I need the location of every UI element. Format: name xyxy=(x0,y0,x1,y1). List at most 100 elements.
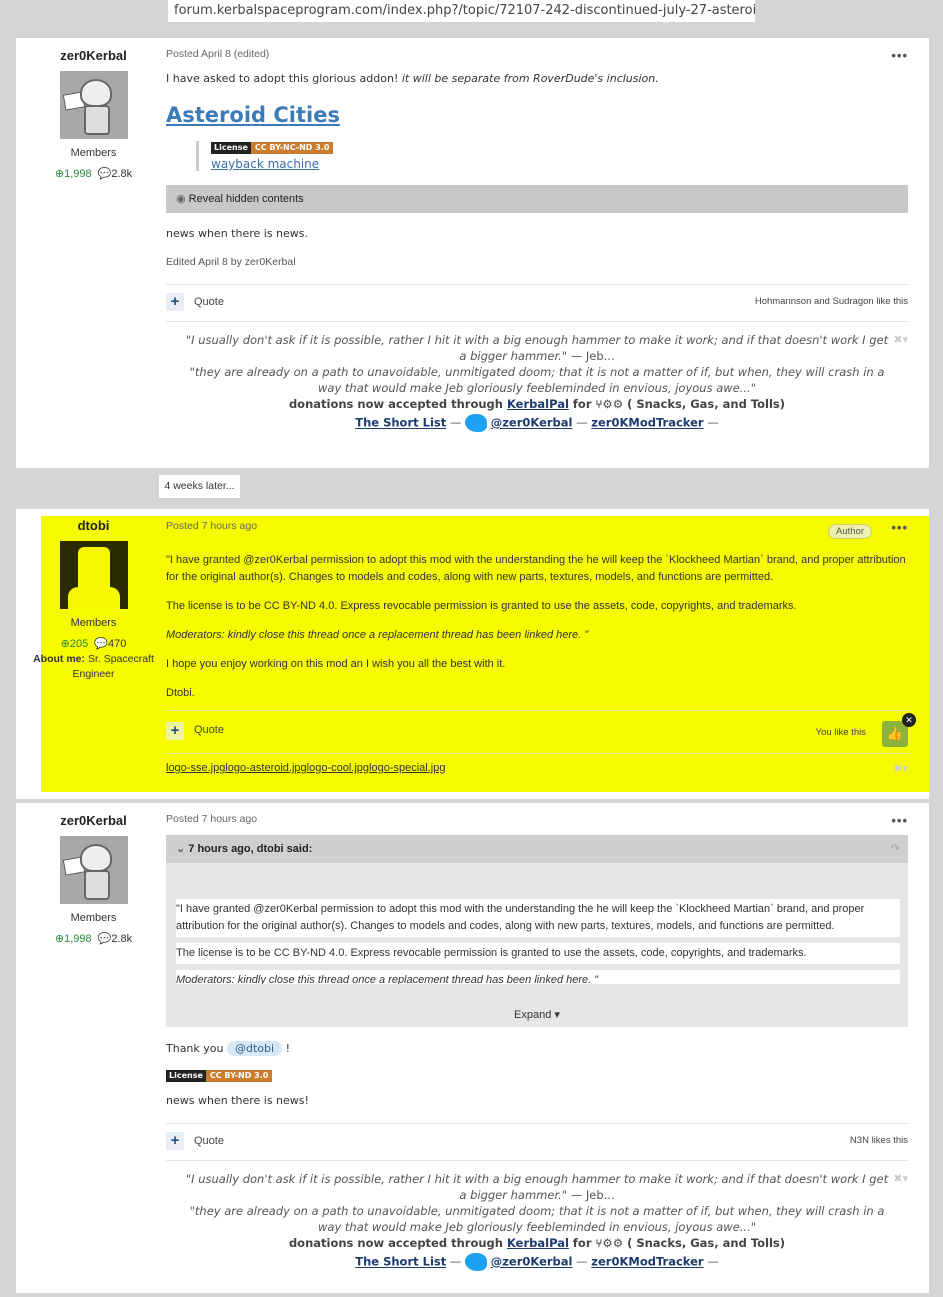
license-type: CC BY-ND 3.0 xyxy=(205,1070,273,1082)
more-options-icon[interactable]: ••• xyxy=(891,520,908,535)
post-count: 470 xyxy=(107,638,127,650)
quoted-paragraph-2: The license is to be CC BY-ND 4.0. Expre… xyxy=(176,943,900,964)
hide-signature-icon[interactable]: ✖▾ xyxy=(893,762,908,775)
snacks-text: ( Snacks, Gas, and Tolls) xyxy=(627,1236,786,1250)
dash: — xyxy=(707,1254,719,1269)
unlike-close-icon[interactable]: ✕ xyxy=(902,713,916,727)
twitter-icon[interactable] xyxy=(465,414,488,432)
thumbs-up-icon: 👍 xyxy=(886,726,904,741)
post-count: 2.8k xyxy=(111,933,133,945)
quote-header: ⌄ 7 hours ago, dtobi said: ↷ xyxy=(166,835,908,863)
thank-you-line: Thank you @dtobi ! xyxy=(166,1041,908,1056)
post-timestamp[interactable]: Posted 7 hours ago xyxy=(166,520,908,532)
donations-text: donations now accepted through xyxy=(288,1236,503,1250)
kerbalpal-link[interactable]: KerbalPal xyxy=(507,1236,569,1250)
license-badge[interactable]: License CC BY-NC-ND 3.0 xyxy=(211,142,334,154)
links-line: The Short List — @zer0Kerbal — zer0KModT… xyxy=(182,414,892,432)
username-link[interactable]: zer0Kerbal xyxy=(16,48,171,63)
expand-button[interactable]: Expand ▾ xyxy=(166,1008,908,1021)
license-block: License CC BY-NC-ND 3.0 wayback machine xyxy=(196,141,908,171)
avatar[interactable] xyxy=(59,541,128,609)
snack-icons: ⑂⚙⚙ xyxy=(595,397,624,411)
sig-jeb: — Jeb... xyxy=(567,1188,615,1202)
twitter-link[interactable]: @zer0Kerbal xyxy=(491,416,573,430)
post-intro: I have asked to adopt this glorious addo… xyxy=(166,72,908,85)
twitter-icon[interactable] xyxy=(465,1253,488,1271)
post-body: Posted 7 hours ago ••• ⌄ 7 hours ago, dt… xyxy=(166,813,908,1283)
eye-icon: ◉ xyxy=(176,193,189,205)
embedded-quote: ⌄ 7 hours ago, dtobi said: ↷ "I have gran… xyxy=(166,835,908,1027)
comment-icon: 💬 xyxy=(97,933,112,945)
user-stats: ⊕1,998 💬2.8k xyxy=(16,932,171,945)
image-logo-sse[interactable]: logo-sse.jpg xyxy=(166,762,225,774)
links-line: The Short List — @zer0Kerbal — zer0KModT… xyxy=(182,1253,892,1271)
spoiler-label: Reveal hidden contents xyxy=(188,193,304,205)
paragraph-3: Moderators: kindly close this thread onc… xyxy=(166,629,589,641)
comment-icon: 💬 xyxy=(94,638,108,650)
likes-text[interactable]: You like this xyxy=(816,727,866,738)
reputation-count: 1,998 xyxy=(64,933,92,945)
multiquote-plus-button[interactable]: + xyxy=(166,722,184,740)
more-options-icon[interactable]: ••• xyxy=(891,813,908,828)
donations-line: donations now accepted through KerbalPal… xyxy=(182,1235,892,1251)
share-arrow-icon[interactable]: ↷ xyxy=(891,835,900,863)
quote-button[interactable]: Quote xyxy=(194,1135,224,1147)
user-group: Members xyxy=(70,912,117,924)
image-logo-asteroid[interactable]: logo-asteroid.jpg xyxy=(225,762,306,774)
dash: — xyxy=(449,1254,462,1269)
username-link[interactable]: dtobi xyxy=(16,518,171,533)
quote-button[interactable]: Quote xyxy=(194,296,224,308)
highlight-region: dtobi Members ⊕205 💬470 About me: Sr. Spa… xyxy=(33,516,929,792)
author-panel: zer0Kerbal Members ⊕1,998 💬2.8k xyxy=(16,38,171,180)
modtracker-link[interactable]: zer0KModTracker xyxy=(591,1255,703,1269)
comment-icon: 💬 xyxy=(97,168,112,180)
sig-quote-1: "I usually don't ask if it is possible, … xyxy=(182,1171,892,1203)
collapse-icon[interactable]: ⌄ xyxy=(176,843,188,855)
news-text: news when there is news! xyxy=(166,1094,309,1107)
post-timestamp[interactable]: Posted 7 hours ago xyxy=(166,813,908,825)
avatar[interactable] xyxy=(59,71,128,139)
exclamation: ! xyxy=(285,1042,290,1055)
reputation-icon: ⊕ xyxy=(60,638,70,650)
post-actions: + Quote N3N likes this xyxy=(166,1132,908,1152)
license-type: CC BY-NC-ND 3.0 xyxy=(250,142,334,154)
short-list-link[interactable]: The Short List xyxy=(355,1255,446,1269)
url-field[interactable]: forum.kerbalspaceprogram.com/index.php?/… xyxy=(168,0,755,22)
kerbalpal-link[interactable]: KerbalPal xyxy=(507,397,569,411)
quote-button[interactable]: Quote xyxy=(194,724,224,736)
multiquote-plus-button[interactable]: + xyxy=(166,293,184,311)
snack-icons: ⑂⚙⚙ xyxy=(595,1236,624,1250)
short-list-link[interactable]: The Short List xyxy=(355,416,446,430)
more-options-icon[interactable]: ••• xyxy=(891,48,908,63)
dash: — xyxy=(707,415,719,430)
about-label: About me: xyxy=(33,653,86,665)
image-links: logo-sse.jpglogo-asteroid.jpglogo-cool.j… xyxy=(166,762,908,775)
likes-text[interactable]: N3N likes this xyxy=(850,1135,908,1146)
reveal-hidden-button[interactable]: ◉ Reveal hidden contents xyxy=(166,185,908,213)
wayback-link[interactable]: wayback machine xyxy=(211,157,319,171)
license-badge[interactable]: License CC BY-ND 3.0 xyxy=(166,1070,273,1082)
mention-dtobi[interactable]: @dtobi xyxy=(226,1041,283,1056)
about-text: Sr. Spacecraft Engineer xyxy=(72,653,154,680)
paragraph-2: The license is to be CC BY-ND 4.0. Expre… xyxy=(166,600,797,612)
sig-line-1: "I usually don't ask if it is possible, … xyxy=(185,1172,889,1202)
post-timestamp[interactable]: Posted April 8 (edited) xyxy=(166,48,908,60)
hide-signature-icon[interactable]: ✖▾ xyxy=(893,1171,908,1187)
signature: ✖▾ "I usually don't ask if it is possibl… xyxy=(166,1171,908,1271)
divider xyxy=(166,1123,908,1124)
modtracker-link[interactable]: zer0KModTracker xyxy=(591,416,703,430)
multiquote-plus-button[interactable]: + xyxy=(166,1132,184,1150)
twitter-link[interactable]: @zer0Kerbal xyxy=(491,1255,573,1269)
avatar[interactable] xyxy=(59,836,128,904)
intro-italic: it will be separate from RoverDude's inc… xyxy=(401,72,659,85)
quoted-paragraph-1: "I have granted @zer0Kerbal permission t… xyxy=(176,899,900,937)
asteroid-cities-heading[interactable]: Asteroid Cities xyxy=(166,103,908,127)
username-link[interactable]: zer0Kerbal xyxy=(16,813,171,828)
image-logo-special[interactable]: logo-special.jpg xyxy=(369,762,445,774)
quote-attribution[interactable]: 7 hours ago, dtobi said: xyxy=(188,843,312,855)
likes-text[interactable]: Hohmannson and Sudragon like this xyxy=(755,296,908,307)
hide-signature-icon[interactable]: ✖▾ xyxy=(893,332,908,348)
user-group: Members xyxy=(70,617,117,629)
image-logo-cool[interactable]: logo-cool.jpg xyxy=(307,762,369,774)
reputation-count: 205 xyxy=(69,638,89,650)
